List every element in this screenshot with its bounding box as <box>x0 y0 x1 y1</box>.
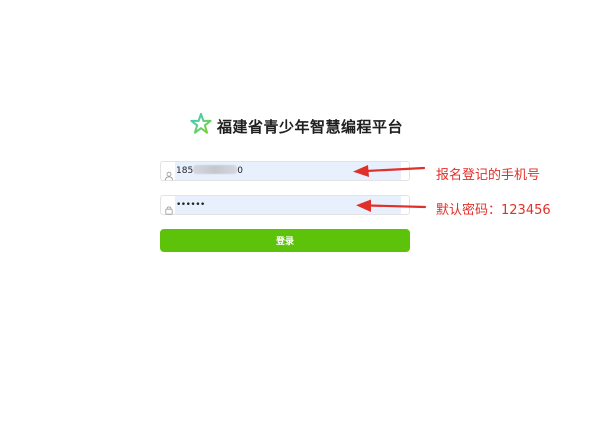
lock-icon <box>164 200 174 215</box>
phone-prefix: 185 <box>176 166 194 176</box>
password-value: •••••• <box>176 200 205 210</box>
phone-value: 185 0 <box>176 165 243 177</box>
password-arrow-icon <box>356 199 427 212</box>
brand-header: 福建省青少年智慧编程平台 <box>190 112 404 139</box>
platform-title: 福建省青少年智慧编程平台 <box>217 117 404 136</box>
user-icon <box>164 166 174 181</box>
password-annotation: 默认密码：123456 <box>436 203 551 218</box>
phone-arrow-icon <box>353 165 426 177</box>
phone-annotation: 报名登记的手机号 <box>436 168 541 183</box>
star-logo-icon <box>190 112 212 139</box>
login-button[interactable]: 登录 <box>160 229 410 252</box>
login-page: 福建省青少年智慧编程平台 185 0 •••••• 登录 报名登记的手机号 默认密 <box>0 0 600 422</box>
phone-suffix: 0 <box>237 166 243 176</box>
phone-mask <box>193 165 238 174</box>
